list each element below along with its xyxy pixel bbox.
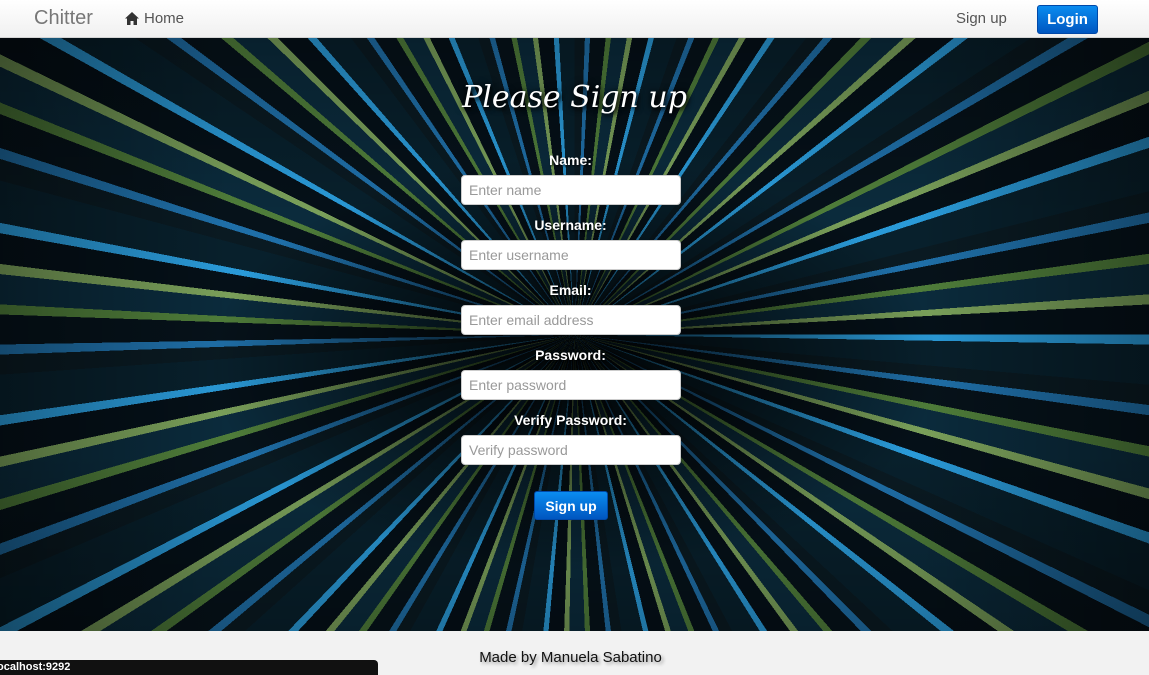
verify-password-input[interactable] (461, 435, 681, 465)
name-label: Name: (549, 152, 592, 168)
nav-home-link[interactable]: Home (125, 10, 184, 27)
status-url: ocalhost:9292 (0, 661, 71, 673)
username-label: Username: (534, 217, 607, 233)
page-title: Please Sign up (462, 80, 687, 115)
brand-link[interactable]: Chitter (34, 7, 93, 30)
username-input[interactable] (461, 240, 681, 270)
password-input[interactable] (461, 370, 681, 400)
nav-signup-link[interactable]: Sign up (956, 10, 1007, 27)
email-input[interactable] (461, 305, 681, 335)
nav-home-label: Home (144, 10, 185, 27)
email-label: Email: (549, 282, 592, 298)
signup-submit-button[interactable]: Sign up (534, 491, 608, 520)
navbar: Chitter Home Sign up Login (0, 0, 1149, 38)
password-label: Password: (535, 347, 606, 363)
status-bar: ocalhost:9292 (0, 660, 378, 675)
login-button[interactable]: Login (1037, 5, 1098, 34)
signup-form: Please Sign up Name: Username: Email: Pa… (0, 38, 1149, 631)
verify-password-label: Verify Password: (514, 412, 627, 428)
home-icon (125, 12, 139, 25)
hero-background: Please Sign up Name: Username: Email: Pa… (0, 38, 1149, 631)
name-input[interactable] (461, 175, 681, 205)
